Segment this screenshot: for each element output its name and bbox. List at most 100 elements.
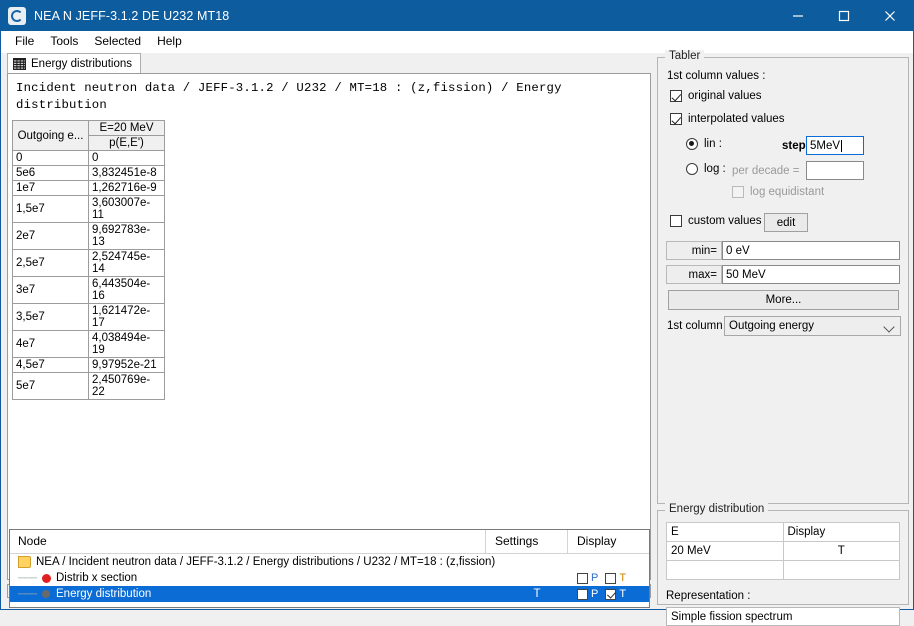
data-table-header-row-1: Outgoing e... E=20 MeV [12, 120, 165, 151]
table-row[interactable]: 1,5e7 3,603007e-11 [12, 195, 165, 223]
first-column-value: Outgoing energy [729, 320, 815, 332]
table-cell[interactable]: 5e7 [12, 372, 89, 400]
log-radio[interactable]: log : [686, 163, 726, 175]
max-label: max= [666, 265, 722, 284]
tabler-group-title: Tabler [665, 50, 705, 62]
original-values-checkbox[interactable]: original values [670, 90, 762, 102]
energy-distribution-table-wrap: E Display 20 MeV T [666, 522, 900, 580]
application-window: NEA N JEFF-3.1.2 DE U232 MT18 File Tools… [0, 0, 914, 626]
tree-row[interactable]: NEA / Incident neutron data / JEFF-3.1.2… [10, 554, 649, 570]
table-cell[interactable]: 4,5e7 [12, 357, 89, 373]
checkbox-icon [670, 215, 682, 227]
menu-item-file[interactable]: File [8, 32, 43, 51]
lin-radio[interactable]: lin : [686, 138, 722, 150]
table-cell[interactable]: 9,692783e-13 [88, 222, 165, 250]
close-icon[interactable] [867, 1, 913, 31]
table-cell[interactable]: 6,443504e-16 [88, 276, 165, 304]
log-label: log : [704, 163, 726, 175]
table-cell[interactable]: 3,832451e-8 [88, 165, 165, 181]
ed-cell-e[interactable]: 20 MeV [666, 541, 784, 561]
table-row[interactable]: 00 [12, 150, 165, 166]
ed-header-e[interactable]: E [666, 522, 784, 542]
menu-item-help[interactable]: Help [150, 32, 191, 51]
left-pane: Energy distributions Incident neutron da… [5, 53, 651, 608]
table-cell[interactable]: 2,450769e-22 [88, 372, 165, 400]
table-row[interactable]: 3,5e7 1,621472e-17 [12, 303, 165, 331]
node-tree-header: Node Settings Display [10, 530, 649, 554]
first-column-label: 1st column : [667, 320, 729, 332]
table-cell[interactable]: 2,5e7 [12, 249, 89, 277]
minimize-icon[interactable] [775, 1, 821, 31]
ed-header-display[interactable]: Display [782, 522, 900, 542]
menu-item-tools[interactable]: Tools [43, 32, 87, 51]
table-cell[interactable]: 4e7 [12, 330, 89, 358]
step-input-value: 5MeV [810, 139, 841, 152]
table-row[interactable]: 3e7 6,443504e-16 [12, 276, 165, 304]
maximize-icon[interactable] [821, 1, 867, 31]
column-header-node[interactable]: Node [10, 530, 485, 553]
custom-values-label: custom values [688, 215, 762, 227]
ed-table-row[interactable]: 20 MeV T [666, 541, 900, 561]
tree-row[interactable]: ─── Distrib x section P T [10, 570, 649, 586]
ed-table-head: E Display [666, 522, 900, 542]
step-input[interactable]: 5MeV [806, 136, 864, 155]
table-cell[interactable]: 0 [12, 150, 89, 166]
ed-table-body: 20 MeV T [666, 541, 900, 580]
min-label: min= [666, 241, 722, 260]
header-pee[interactable]: p(E,E') [88, 135, 165, 151]
table-cell[interactable]: 1,262716e-9 [88, 180, 165, 196]
tree-row-display: PT [573, 572, 649, 584]
checkbox-icon [732, 186, 744, 198]
menu-item-selected[interactable]: Selected [87, 32, 150, 51]
display-t-checkbox[interactable] [605, 588, 617, 600]
first-column-select[interactable]: Outgoing energy [724, 316, 901, 336]
table-row[interactable]: 4,5e7 9,97952e-21 [12, 357, 165, 373]
table-cell[interactable]: 2,524745e-14 [88, 249, 165, 277]
tree-row-label-wrap: ─── Energy distribution [10, 588, 501, 600]
table-cell[interactable]: 5e6 [12, 165, 89, 181]
ed-cell-display[interactable] [782, 560, 900, 580]
tree-row-settings[interactable]: T [501, 588, 573, 600]
ed-cell-display[interactable]: T [782, 541, 900, 561]
energy-distribution-group-title: Energy distribution [665, 503, 769, 515]
tab-energy-distributions[interactable]: Energy distributions [7, 53, 141, 74]
per-decade-input[interactable] [806, 161, 864, 180]
table-cell[interactable]: 9,97952e-21 [88, 357, 165, 373]
display-p-checkbox[interactable] [577, 588, 588, 600]
edit-button[interactable]: edit [764, 213, 808, 232]
display-t-label: T [619, 572, 627, 584]
table-cell[interactable]: 0 [88, 150, 165, 166]
display-p-checkbox[interactable] [577, 572, 588, 584]
table-row[interactable]: 1e7 1,262716e-9 [12, 180, 165, 196]
table-row[interactable]: 5e6 3,832451e-8 [12, 165, 165, 181]
table-cell[interactable]: 4,038494e-19 [88, 330, 165, 358]
header-energy-20mev[interactable]: E=20 MeV [88, 120, 165, 136]
interpolated-values-checkbox[interactable]: interpolated values [670, 113, 785, 125]
log-equidistant-checkbox[interactable]: log equidistant [732, 186, 824, 198]
table-cell[interactable]: 1,621472e-17 [88, 303, 165, 331]
table-cell[interactable]: 2e7 [12, 222, 89, 250]
tree-row[interactable]: ─── Energy distribution T P T [10, 586, 649, 602]
more-button[interactable]: More... [668, 290, 899, 310]
data-table-body: 0 0 5e6 3,832451e-8 1e7 1,262716e-9 1,5e7 3,603… [12, 150, 165, 400]
ed-cell-e[interactable] [666, 560, 784, 580]
table-cell[interactable]: 3,603007e-11 [88, 195, 165, 223]
max-input[interactable]: 50 MeV [722, 265, 900, 284]
ed-table-row[interactable] [666, 560, 900, 580]
table-cell[interactable]: 1e7 [12, 180, 89, 196]
min-input[interactable]: 0 eV [722, 241, 900, 260]
radio-icon [686, 163, 698, 175]
table-row[interactable]: 2e7 9,692783e-13 [12, 222, 165, 250]
column-header-display[interactable]: Display [567, 530, 649, 553]
header-outgoing-energy[interactable]: Outgoing e... [12, 120, 89, 151]
table-row[interactable]: 5e7 2,450769e-22 [12, 372, 165, 400]
per-decade-label: per decade = [732, 165, 800, 177]
table-row[interactable]: 4e7 4,038494e-19 [12, 330, 165, 358]
column-header-settings[interactable]: Settings [485, 530, 567, 553]
display-t-checkbox[interactable] [605, 572, 617, 584]
table-cell[interactable]: 1,5e7 [12, 195, 89, 223]
table-cell[interactable]: 3,5e7 [12, 303, 89, 331]
table-cell[interactable]: 3e7 [12, 276, 89, 304]
table-row[interactable]: 2,5e7 2,524745e-14 [12, 249, 165, 277]
custom-values-checkbox[interactable]: custom values [670, 215, 762, 227]
